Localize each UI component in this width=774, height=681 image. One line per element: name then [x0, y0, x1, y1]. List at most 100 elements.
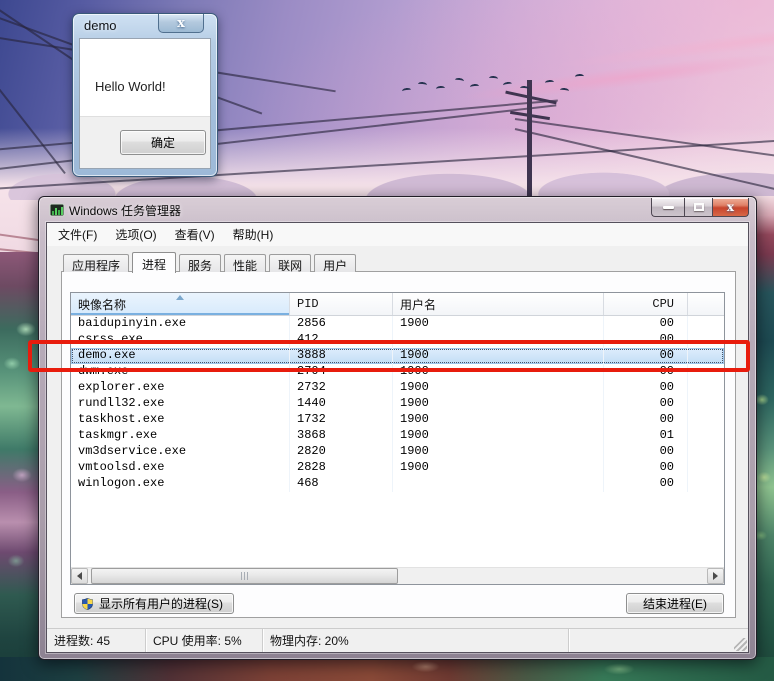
- wallpaper-foliage-left: [0, 252, 40, 681]
- cell-cpu: 00: [604, 396, 688, 412]
- menu-item-file[interactable]: 文件(F): [49, 223, 106, 246]
- end-process-button[interactable]: 结束进程(E): [626, 593, 724, 614]
- cell-cpu: 01: [604, 428, 688, 444]
- scrollbar-track[interactable]: [88, 568, 707, 584]
- minimize-icon: [662, 205, 674, 209]
- process-row-vm3dservice-exe[interactable]: vm3dservice.exe 2820 1900 00: [71, 444, 724, 460]
- horizontal-scrollbar[interactable]: [71, 567, 724, 584]
- cell-name: baidupinyin.exe: [71, 316, 290, 332]
- status-process-count: 进程数: 45: [47, 629, 146, 652]
- scroll-right-button[interactable]: [707, 568, 724, 584]
- window-title: Windows 任务管理器: [69, 204, 182, 218]
- cell-pid: 468: [290, 476, 393, 492]
- cell-user: [393, 476, 604, 492]
- status-cpu-usage: CPU 使用率: 5%: [146, 629, 263, 652]
- cell-user: 1900: [393, 380, 604, 396]
- column-header-cpu[interactable]: CPU: [604, 293, 688, 315]
- tab-area: 应用程序 进程 服务 性能 联网 用户 映像名称 PID 用户名 CPU baidupinyin…: [47, 246, 748, 628]
- scrollbar-thumb[interactable]: [91, 568, 398, 584]
- menu-item-help[interactable]: 帮助(H): [224, 223, 283, 246]
- column-header-name[interactable]: 映像名称: [71, 293, 290, 315]
- tab-processes[interactable]: 进程: [132, 252, 177, 273]
- processes-tab-page: 映像名称 PID 用户名 CPU baidupinyin.exe 2856 1900 00 c…: [61, 271, 736, 618]
- cell-name: vmtoolsd.exe: [71, 460, 290, 476]
- dialog-close-button[interactable]: x: [158, 14, 204, 33]
- triangle-left-icon: [77, 572, 82, 580]
- tab-strip: 应用程序 进程 服务 性能 联网 用户: [61, 251, 736, 273]
- tab-users[interactable]: 用户: [314, 254, 357, 273]
- tab-applications[interactable]: 应用程序: [63, 254, 130, 273]
- cell-cpu: 00: [604, 460, 688, 476]
- cell-pid: 2820: [290, 444, 393, 460]
- status-memory-usage: 物理内存: 20%: [263, 629, 569, 652]
- process-row-winlogon-exe[interactable]: winlogon.exe 468 00: [71, 476, 724, 492]
- cell-user: 1900: [393, 412, 604, 428]
- cell-pid: 2856: [290, 316, 393, 332]
- menu-item-options[interactable]: 选项(O): [106, 223, 165, 246]
- title-bar[interactable]: Windows 任务管理器: [39, 197, 756, 222]
- tab-networking[interactable]: 联网: [269, 254, 312, 273]
- dialog-message: Hello World!: [95, 79, 166, 94]
- column-header-filler: [688, 293, 724, 315]
- process-row-taskmgr-exe[interactable]: taskmgr.exe 3868 1900 01: [71, 428, 724, 444]
- process-row-rundll32-exe[interactable]: rundll32.exe 1440 1900 00: [71, 396, 724, 412]
- window-content: 文件(F) 选项(O) 查看(V) 帮助(H) 应用程序 进程 服务 性能 联网 用户 映像名称…: [46, 222, 749, 653]
- cell-user: 1900: [393, 460, 604, 476]
- ok-button[interactable]: 确定: [120, 130, 206, 155]
- resize-grip[interactable]: [734, 638, 747, 651]
- close-icon: x: [177, 15, 185, 31]
- cell-filler: [688, 428, 724, 444]
- cell-pid: 2828: [290, 460, 393, 476]
- caption-buttons: x: [651, 198, 749, 217]
- show-all-users-label: 显示所有用户的进程(S): [99, 597, 223, 611]
- process-row-explorer-exe[interactable]: explorer.exe 2732 1900 00: [71, 380, 724, 396]
- cell-filler: [688, 444, 724, 460]
- scroll-left-button[interactable]: [71, 568, 88, 584]
- cell-pid: 2732: [290, 380, 393, 396]
- process-list: 映像名称 PID 用户名 CPU baidupinyin.exe 2856 1900 00 c…: [70, 292, 725, 585]
- annotation-rectangle: [28, 340, 750, 372]
- dialog-client-area: Hello World! 确定: [79, 38, 211, 169]
- cell-filler: [688, 380, 724, 396]
- cell-name: rundll32.exe: [71, 396, 290, 412]
- process-row-taskhost-exe[interactable]: taskhost.exe 1732 1900 00: [71, 412, 724, 428]
- triangle-right-icon: [713, 572, 718, 580]
- maximize-button[interactable]: [684, 198, 713, 217]
- process-row-vmtoolsd-exe[interactable]: vmtoolsd.exe 2828 1900 00: [71, 460, 724, 476]
- cell-user: 1900: [393, 428, 604, 444]
- cell-pid: 3868: [290, 428, 393, 444]
- dialog-title-bar[interactable]: demo x: [73, 14, 217, 37]
- column-header-user[interactable]: 用户名: [393, 293, 604, 315]
- demo-dialog: demo x Hello World! 确定: [72, 13, 218, 177]
- wallpaper-foliage-bottom: [0, 657, 774, 681]
- tab-services[interactable]: 服务: [179, 254, 222, 273]
- cell-name: explorer.exe: [71, 380, 290, 396]
- task-manager-app-icon: [49, 202, 65, 218]
- cell-filler: [688, 476, 724, 492]
- cell-user: 1900: [393, 444, 604, 460]
- cell-cpu: 00: [604, 380, 688, 396]
- cell-cpu: 00: [604, 316, 688, 332]
- menu-item-view[interactable]: 查看(V): [166, 223, 224, 246]
- cell-cpu: 00: [604, 476, 688, 492]
- show-all-users-button[interactable]: 显示所有用户的进程(S): [74, 593, 234, 614]
- sort-ascending-icon: [176, 295, 184, 300]
- cell-name: taskmgr.exe: [71, 428, 290, 444]
- process-row-baidupinyin-exe[interactable]: baidupinyin.exe 2856 1900 00: [71, 316, 724, 332]
- cell-filler: [688, 396, 724, 412]
- dialog-title: demo: [84, 18, 117, 33]
- dialog-footer: 确定: [80, 116, 210, 168]
- task-manager-window: Windows 任务管理器 x 文件(F) 选项(O) 查看(V) 帮助(H) 应用程…: [38, 196, 757, 660]
- cell-filler: [688, 460, 724, 476]
- cell-name: vm3dservice.exe: [71, 444, 290, 460]
- cell-filler: [688, 412, 724, 428]
- column-header-pid[interactable]: PID: [290, 293, 393, 315]
- close-button[interactable]: x: [713, 198, 749, 217]
- minimize-button[interactable]: [651, 198, 684, 217]
- tab-performance[interactable]: 性能: [224, 254, 267, 273]
- close-icon: x: [726, 200, 735, 214]
- list-header: 映像名称 PID 用户名 CPU: [71, 293, 724, 316]
- maximize-icon: [693, 203, 704, 211]
- uac-shield-icon: [81, 597, 94, 611]
- menu-bar: 文件(F) 选项(O) 查看(V) 帮助(H): [47, 223, 748, 246]
